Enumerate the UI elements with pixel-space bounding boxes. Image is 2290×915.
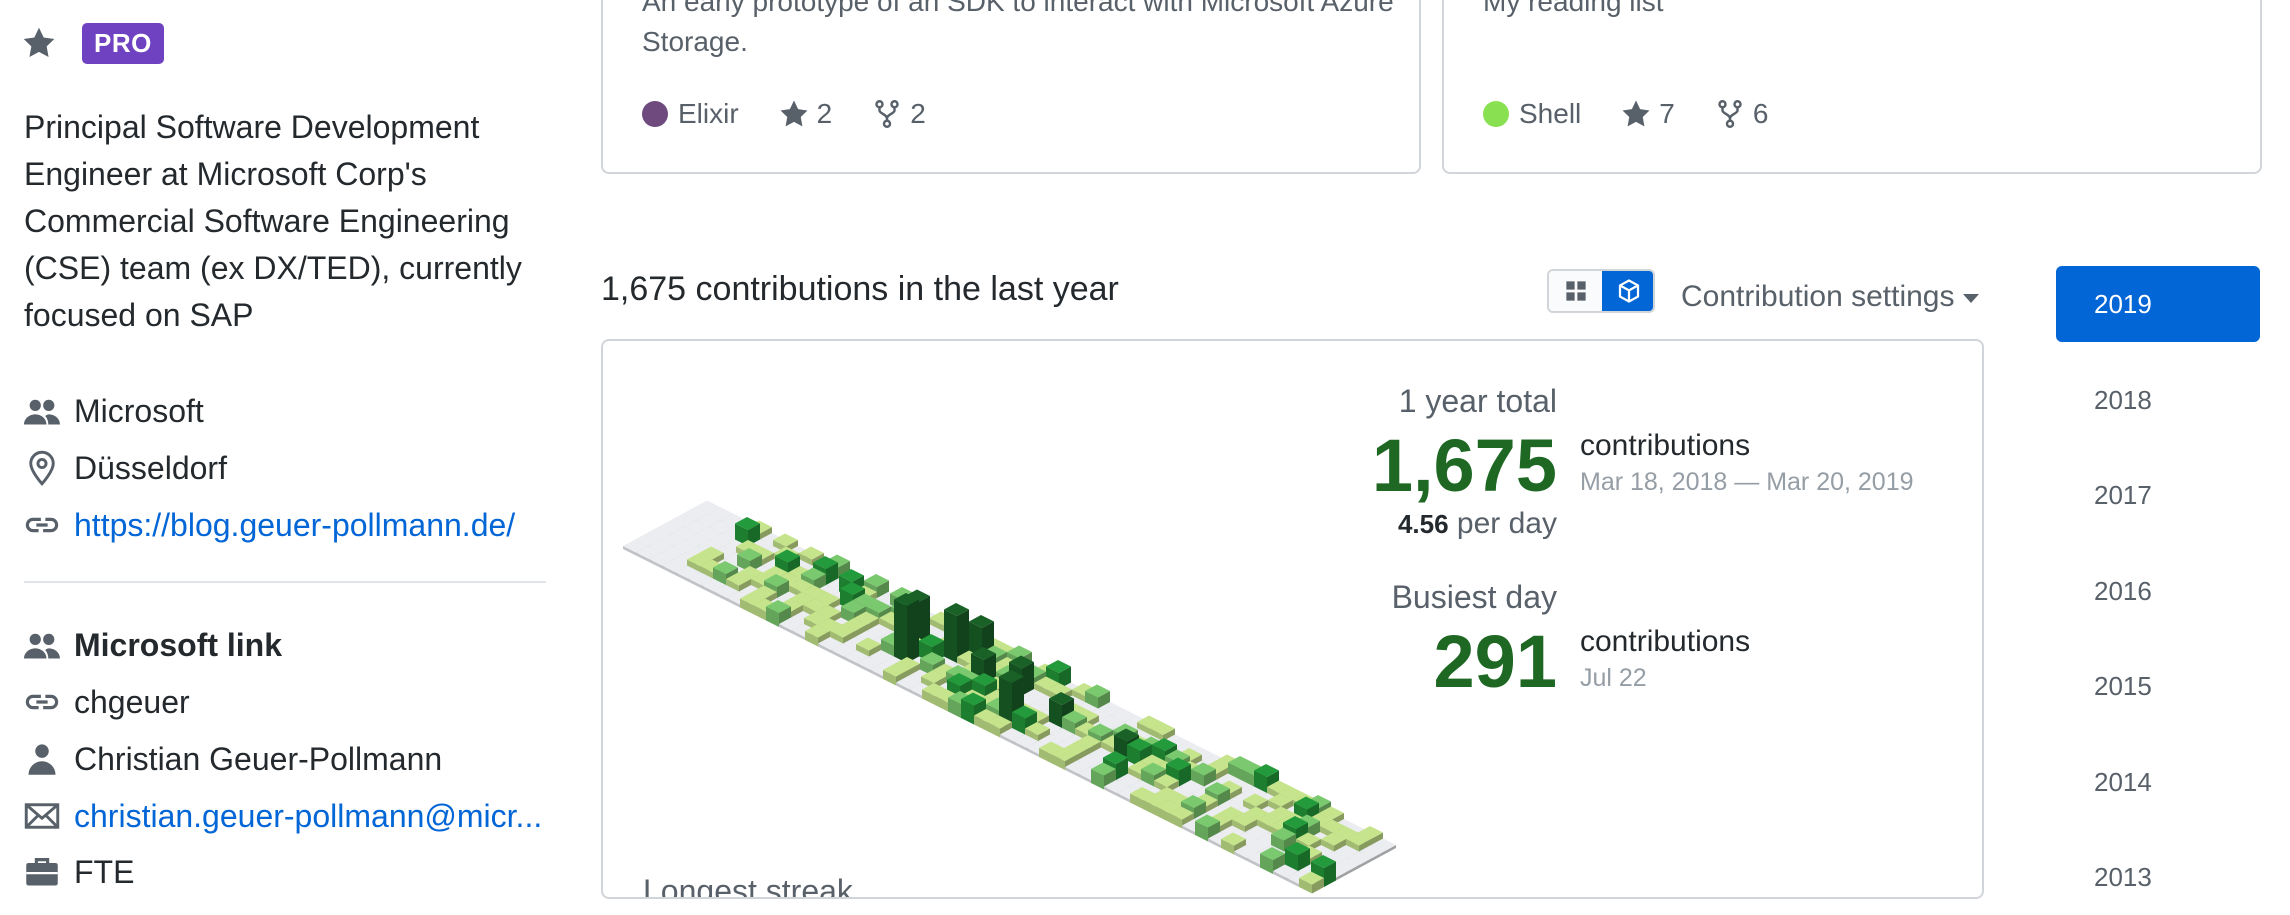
link-icon: [25, 517, 59, 533]
isometric-contribution-calendar: 1 year total 1,675 contributions Mar 18,…: [601, 339, 1984, 899]
isometric-calendar-graphic: [623, 500, 1396, 894]
year-total-range: Mar 18, 2018 — Mar 20, 2019: [1580, 468, 1914, 496]
grid-view-button[interactable]: [1549, 271, 1602, 311]
org-full-name: Christian Geuer-Pollmann: [74, 740, 443, 777]
year-button-2016[interactable]: 2016: [2056, 553, 2260, 629]
people-icon: [24, 633, 60, 659]
company-name: Microsoft: [74, 392, 204, 429]
repo-language: Elixir: [642, 98, 739, 130]
year-button-2015[interactable]: 2015: [2056, 648, 2260, 724]
person-icon: [28, 744, 56, 775]
year-button-2018[interactable]: 2018: [2056, 362, 2260, 438]
repo-stars[interactable]: 7: [1621, 98, 1675, 130]
calendar-view-toggle: [1547, 269, 1655, 313]
profile-bio: Principal Software Development Engineer …: [24, 109, 522, 333]
pinned-repo-card[interactable]: An early prototype of an SDK to interact…: [601, 0, 1421, 174]
org-type: FTE: [74, 853, 135, 890]
org-email-link[interactable]: christian.geuer-pollmann@micr...: [74, 798, 542, 835]
star-icon[interactable]: [22, 26, 56, 60]
briefcase-icon: [26, 858, 58, 886]
mail-icon: [24, 803, 60, 829]
org-link-title: Microsoft link: [74, 626, 283, 663]
longest-streak-label: Longest streak: [643, 873, 853, 899]
star-icon: [780, 100, 808, 127]
contributions-heading: 1,675 contributions in the last year: [601, 270, 1119, 308]
location-text: Düsseldorf: [74, 449, 227, 486]
star-icon: [1622, 100, 1650, 127]
language-color-dot: [642, 101, 668, 127]
repo-language: Shell: [1483, 98, 1581, 130]
year-button-2014[interactable]: 2014: [2056, 744, 2260, 820]
year-total-label: 1 year total: [1398, 383, 1557, 419]
org-type-row: FTE: [24, 850, 134, 894]
org-link-header: Microsoft link: [24, 623, 282, 667]
repo-forks[interactable]: 6: [1715, 98, 1768, 130]
people-icon: [24, 399, 60, 425]
fork-icon: [875, 100, 899, 128]
year-button-2017[interactable]: 2017: [2056, 457, 2260, 533]
repo-meta: Shell 7 6: [1483, 98, 1808, 130]
org-name-row: Christian Geuer-Pollmann: [24, 737, 442, 781]
repo-meta: Elixir 2 2: [642, 98, 966, 130]
busiest-day-number: 291: [1433, 620, 1557, 703]
repo-description: An early prototype of an SDK to interact…: [642, 0, 1394, 57]
pinned-repo-card[interactable]: My reading list Shell 7 6: [1442, 0, 2262, 174]
repo-description: My reading list: [1483, 0, 1664, 17]
org-username: chgeuer: [74, 683, 190, 720]
profile-location: Düsseldorf: [24, 446, 227, 490]
website-link[interactable]: https://blog.geuer-pollmann.de/: [74, 507, 515, 544]
contribution-settings-dropdown[interactable]: Contribution settings: [1681, 280, 1979, 314]
isometric-view-button[interactable]: [1602, 271, 1653, 311]
location-icon: [29, 450, 55, 486]
year-button-2019[interactable]: 2019: [2056, 266, 2260, 342]
caret-down-icon: [1962, 294, 1979, 303]
contribution-day-cube: [894, 593, 919, 666]
repo-stars[interactable]: 2: [779, 98, 832, 130]
busiest-day-label: Busiest day: [1391, 579, 1557, 615]
fork-icon: [1718, 100, 1742, 128]
year-button-2013[interactable]: 2013: [2056, 839, 2260, 915]
year-total-unit: contributions: [1580, 429, 1751, 462]
profile-company: Microsoft: [24, 389, 204, 433]
org-email-row[interactable]: christian.geuer-pollmann@micr...: [24, 794, 542, 838]
repo-forks[interactable]: 2: [872, 98, 926, 130]
profile-divider: [24, 581, 546, 583]
language-color-dot: [1483, 101, 1509, 127]
pro-badge: PRO: [82, 23, 164, 64]
link-icon: [25, 694, 59, 710]
cube-icon: [1618, 279, 1639, 303]
grid-icon: [1565, 281, 1586, 301]
per-day-average: 4.56 per day: [1397, 507, 1557, 540]
profile-website[interactable]: https://blog.geuer-pollmann.de/: [24, 503, 515, 547]
org-username-row: chgeuer: [24, 680, 190, 724]
busiest-day-date: Jul 22: [1580, 664, 1647, 692]
busiest-day-unit: contributions: [1580, 625, 1751, 658]
year-total-number: 1,675: [1371, 424, 1557, 507]
